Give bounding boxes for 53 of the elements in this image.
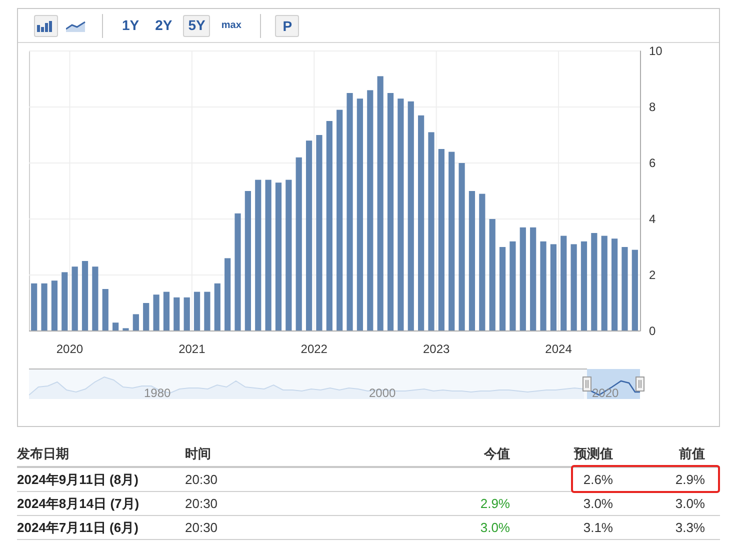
range-button[interactable]: 5Y (183, 14, 210, 36)
y-axis-label: 2 (649, 268, 656, 282)
y-axis-label: 0 (649, 324, 656, 338)
column-header: 发布日期 (17, 444, 70, 463)
bar (174, 297, 180, 331)
table-cell-text: 20:30 (185, 470, 219, 489)
bar (31, 283, 38, 331)
table-cell-text: 2.6% (582, 470, 613, 489)
x-axis-label: 2020 (56, 342, 84, 356)
navigator-selected-range (586, 369, 640, 399)
y-axis-label: 8 (649, 100, 656, 114)
column-header: 前值 (678, 444, 705, 463)
range-button[interactable]: max (216, 14, 246, 36)
x-axis-label: 2023 (422, 342, 450, 356)
y-axis-label: 6 (649, 156, 656, 170)
column-header: 时间 (185, 444, 212, 463)
range-button[interactable]: 2Y (150, 14, 178, 36)
bar (62, 272, 68, 331)
navigator-label: 2000 (369, 386, 396, 400)
table-cell-text: 2.9% (479, 494, 510, 513)
range-handle[interactable] (636, 376, 644, 392)
table-cell-text: 2024年9月11日 (8月) (17, 470, 140, 489)
column-header: 今值 (482, 444, 510, 463)
x-axis-label: 2024 (545, 342, 572, 356)
bar (122, 328, 129, 331)
table-cell-text: 20:30 (185, 518, 219, 537)
table-cell-text: 20:30 (185, 494, 219, 513)
range-button[interactable]: 1Y (117, 14, 144, 36)
table-cell-text: 3.0% (479, 518, 510, 537)
bar (153, 294, 160, 331)
navigator-label: 2020 (592, 386, 619, 400)
navigator-label: 1980 (144, 386, 171, 400)
bar-chart-icon (37, 20, 55, 32)
table-cell-text: 3.3% (674, 518, 705, 537)
column-header: 预测值 (572, 444, 613, 463)
table-cell-text: 2024年8月14日 (7月) (17, 494, 140, 513)
table-cell-text: 2.9% (674, 470, 705, 489)
table-cell-text: 3.0% (582, 494, 613, 513)
y-axis-label: 10 (649, 44, 662, 58)
bar (41, 283, 48, 331)
bar (92, 266, 98, 331)
table-cell-text: 3.1% (582, 518, 613, 537)
table-cell-text: 2024年7月11日 (6月) (17, 518, 140, 537)
bar (143, 303, 150, 331)
y-axis-label: 4 (649, 212, 656, 226)
range-handle[interactable] (582, 376, 592, 392)
x-axis-label: 2022 (300, 342, 328, 356)
x-axis-label: 2021 (178, 342, 206, 356)
table-cell-text: 3.0% (674, 494, 705, 513)
chart-type-button[interactable] (34, 14, 58, 36)
bar (204, 292, 210, 331)
print-button[interactable]: P (275, 14, 300, 36)
area-chart-icon (66, 20, 86, 32)
